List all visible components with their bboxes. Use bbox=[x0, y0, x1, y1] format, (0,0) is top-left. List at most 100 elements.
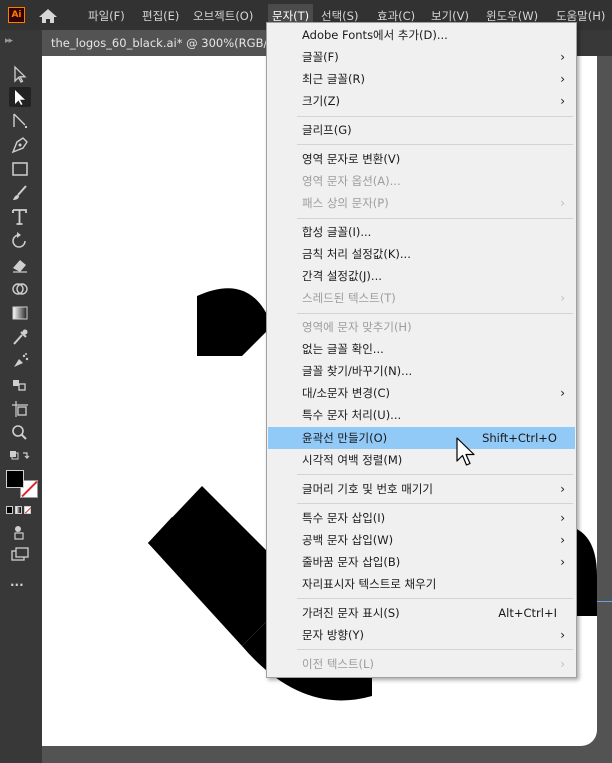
menu-item-smart-punctuation[interactable]: 특수 문자 처리(U)... bbox=[268, 404, 575, 426]
submenu-arrow-icon: › bbox=[560, 196, 565, 210]
menu-item-label: 윤곽선 만들기(O) bbox=[302, 431, 388, 445]
mouse-cursor-icon bbox=[456, 437, 478, 469]
menu-item-insert-whitespace[interactable]: 공백 문자 삽입(W) › bbox=[268, 529, 575, 551]
menu-item-label: 최근 글꼴(R) bbox=[302, 72, 365, 86]
menu-item-type-orientation[interactable]: 문자 방향(Y) › bbox=[268, 624, 575, 646]
direct-selection-tool-icon[interactable] bbox=[9, 87, 31, 107]
shape-builder-tool-icon[interactable] bbox=[9, 279, 31, 299]
menu-item-label: 영역에 문자 맞추기(H) bbox=[302, 320, 412, 334]
menu-item-create-outlines[interactable]: 윤곽선 만들기(O) Shift+Ctrl+O bbox=[268, 427, 575, 449]
menu-item-font[interactable]: 글꼴(F) › bbox=[268, 46, 575, 68]
menu-separator bbox=[297, 144, 573, 145]
menu-separator bbox=[297, 503, 573, 504]
menu-item-composite-fonts[interactable]: 합성 글꼴(I)... bbox=[268, 221, 575, 243]
screen-mode-icon[interactable] bbox=[9, 545, 31, 565]
menu-item-legacy-text[interactable]: 이전 텍스트(L) › bbox=[268, 653, 575, 675]
menu-item-bullets-numbering[interactable]: 글머리 기호 및 번호 매기기 › bbox=[268, 478, 575, 500]
menu-separator bbox=[297, 649, 573, 650]
menu-item-kinsoku-settings[interactable]: 금칙 처리 설정값(K)... bbox=[268, 243, 575, 265]
menu-file[interactable]: 파일(F) bbox=[88, 8, 125, 24]
menu-item-show-hidden-characters[interactable]: 가려진 문자 표시(S) Alt+Ctrl+I bbox=[268, 602, 575, 624]
menu-item-resolve-missing-fonts[interactable]: 없는 글꼴 확인... bbox=[268, 338, 575, 360]
menu-item-threaded-text[interactable]: 스레드된 텍스트(T) › bbox=[268, 287, 575, 309]
menu-item-label: 특수 문자 삽입(I) bbox=[302, 511, 386, 525]
menu-item-label: 가려진 문자 표시(S) bbox=[302, 606, 400, 620]
illustrator-window: Ai 파일(F) 편집(E) 오브젝트(O) 문자(T) 선택(S) 효과(C)… bbox=[0, 0, 612, 763]
menu-item-add-adobe-fonts[interactable]: Adobe Fonts에서 추가(D)... bbox=[268, 24, 575, 46]
menu-item-label: 스레드된 텍스트(T) bbox=[302, 291, 396, 305]
menu-item-label: 패스 상의 문자(P) bbox=[302, 196, 389, 210]
menu-item-label: 문자 방향(Y) bbox=[302, 628, 364, 642]
submenu-arrow-icon: › bbox=[560, 511, 565, 525]
menu-item-size[interactable]: 크기(Z) › bbox=[268, 90, 575, 112]
menu-item-label: 크기(Z) bbox=[302, 94, 341, 108]
menu-item-label: 글머리 기호 및 번호 매기기 bbox=[302, 482, 434, 496]
menu-item-label: 영역 문자 옵션(A)... bbox=[302, 174, 401, 188]
submenu-arrow-icon: › bbox=[560, 386, 565, 400]
menu-separator bbox=[297, 313, 573, 314]
menu-edit[interactable]: 편집(E) bbox=[142, 8, 179, 24]
eyedropper-tool-icon[interactable] bbox=[9, 327, 31, 347]
menu-item-label: 영역 문자로 변환(V) bbox=[302, 152, 401, 166]
menu-item-find-replace-font[interactable]: 글꼴 찾기/바꾸기(N)... bbox=[268, 360, 575, 382]
menu-item-glyphs[interactable]: 글리프(G) bbox=[268, 119, 575, 141]
fill-stroke-swatches[interactable] bbox=[6, 470, 38, 502]
menu-item-label: 특수 문자 처리(U)... bbox=[302, 408, 402, 422]
submenu-arrow-icon: › bbox=[560, 555, 565, 569]
menu-item-type-on-path[interactable]: 패스 상의 문자(P) › bbox=[268, 192, 575, 214]
menu-item-label: 글꼴 찾기/바꾸기(N)... bbox=[302, 364, 413, 378]
menu-item-label: 줄바꿈 문자 삽입(B) bbox=[302, 555, 401, 569]
fill-swatch[interactable] bbox=[6, 470, 24, 488]
menu-item-mojikumi-settings[interactable]: 간격 설정값(J)... bbox=[268, 265, 575, 287]
type-menu-dropdown: Adobe Fonts에서 추가(D)... 글꼴(F) › 최근 글꼴(R) › … bbox=[266, 22, 577, 678]
more-tools-button[interactable]: ··· bbox=[10, 578, 24, 592]
menu-item-label: 없는 글꼴 확인... bbox=[302, 342, 384, 356]
submenu-arrow-icon: › bbox=[560, 291, 565, 305]
document-tab[interactable]: the_logos_60_black.ai* @ 300%(RGB/미 bbox=[42, 30, 282, 56]
magic-wand-tool-icon[interactable] bbox=[9, 111, 31, 131]
menu-item-area-type-options[interactable]: 영역 문자 옵션(A)... bbox=[268, 170, 575, 192]
eraser-tool-icon[interactable] bbox=[9, 255, 31, 275]
menu-object[interactable]: 오브젝트(O) bbox=[193, 8, 253, 24]
menu-item-recent-fonts[interactable]: 최근 글꼴(R) › bbox=[268, 68, 575, 90]
color-mode-buttons[interactable] bbox=[6, 506, 34, 516]
submenu-arrow-icon: › bbox=[560, 628, 565, 642]
rotate-tool-icon[interactable] bbox=[9, 231, 31, 251]
menu-item-fill-placeholder-text[interactable]: 자리표시자 텍스트로 채우기 bbox=[268, 573, 575, 595]
pen-tool-icon[interactable] bbox=[9, 135, 31, 155]
menu-item-optical-margin-alignment[interactable]: 시각적 여백 정렬(M) bbox=[268, 449, 575, 471]
menu-item-change-case[interactable]: 대/소문자 변경(C) › bbox=[268, 382, 575, 404]
paintbrush-tool-icon[interactable] bbox=[9, 183, 31, 203]
shortcut-label: Shift+Ctrl+O bbox=[482, 431, 557, 445]
menu-separator bbox=[297, 598, 573, 599]
blend-tool-icon[interactable] bbox=[9, 375, 31, 395]
menu-item-label: 대/소문자 변경(C) bbox=[302, 386, 391, 400]
submenu-arrow-icon: › bbox=[560, 657, 565, 671]
submenu-arrow-icon: › bbox=[560, 94, 565, 108]
tools-panel: ··· bbox=[0, 56, 42, 763]
submenu-arrow-icon: › bbox=[560, 482, 565, 496]
submenu-arrow-icon: › bbox=[560, 50, 565, 64]
collapse-panel-icon[interactable]: ▸▸ bbox=[5, 36, 13, 46]
artboard-tool-icon[interactable] bbox=[9, 399, 31, 419]
menu-item-label: 간격 설정값(J)... bbox=[302, 269, 382, 283]
menu-item-fit-headline[interactable]: 영역에 문자 맞추기(H) bbox=[268, 316, 575, 338]
menu-item-insert-break[interactable]: 줄바꿈 문자 삽입(B) › bbox=[268, 551, 575, 573]
zoom-tool-icon[interactable] bbox=[9, 423, 31, 443]
type-tool-icon[interactable] bbox=[9, 207, 31, 227]
menu-item-convert-area-type[interactable]: 영역 문자로 변환(V) bbox=[268, 148, 575, 170]
menu-item-label: 공백 문자 삽입(W) bbox=[302, 533, 394, 547]
gradient-tool-icon[interactable] bbox=[9, 303, 31, 323]
menu-separator bbox=[297, 116, 573, 117]
menu-item-insert-special-character[interactable]: 특수 문자 삽입(I) › bbox=[268, 507, 575, 529]
smart-guide-line bbox=[597, 601, 612, 602]
rectangle-tool-icon[interactable] bbox=[9, 159, 31, 179]
home-icon[interactable] bbox=[37, 8, 59, 24]
selection-tool-icon[interactable] bbox=[9, 64, 31, 84]
submenu-arrow-icon: › bbox=[560, 72, 565, 86]
swap-colors-icon[interactable] bbox=[9, 449, 31, 469]
symbol-sprayer-tool-icon[interactable] bbox=[9, 351, 31, 371]
draw-mode-icon[interactable] bbox=[9, 522, 31, 542]
shortcut-label: Alt+Ctrl+I bbox=[498, 606, 557, 620]
menu-item-label: 금칙 처리 설정값(K)... bbox=[302, 247, 411, 261]
